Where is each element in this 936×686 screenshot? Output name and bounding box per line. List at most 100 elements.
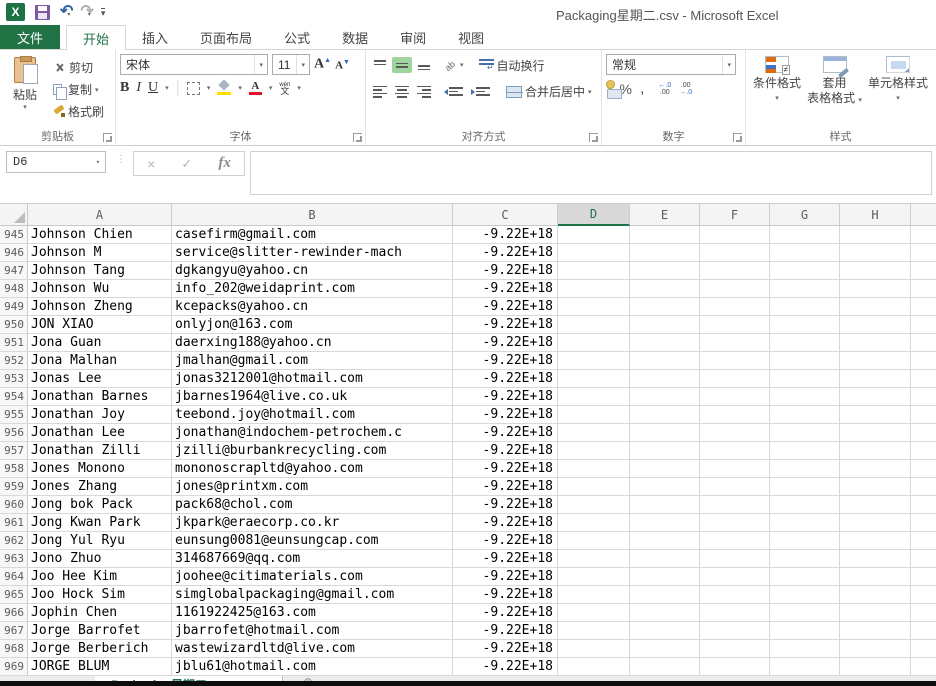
cell-C948[interactable]: -9.22E+18 xyxy=(453,280,558,298)
row-header-956[interactable]: 956 xyxy=(0,424,28,442)
cell-A945[interactable]: Johnson Chien xyxy=(28,226,172,244)
customize-qat-icon[interactable]: ▾ xyxy=(101,8,106,17)
format-painter-button[interactable]: 格式刷 xyxy=(50,102,107,121)
cell-G967[interactable] xyxy=(770,622,840,640)
increase-indent-button[interactable] xyxy=(468,85,493,98)
cell-E952[interactable] xyxy=(630,352,700,370)
ribbon-tab-6[interactable]: 审阅 xyxy=(384,25,442,49)
cell-G961[interactable] xyxy=(770,514,840,532)
cell-D947[interactable] xyxy=(558,262,630,280)
cell-partial955[interactable] xyxy=(911,406,936,424)
decrease-indent-button[interactable] xyxy=(441,85,466,98)
cell-C959[interactable]: -9.22E+18 xyxy=(453,478,558,496)
cell-G962[interactable] xyxy=(770,532,840,550)
undo-dropdown-icon[interactable]: ▾ xyxy=(67,12,70,18)
cell-E956[interactable] xyxy=(630,424,700,442)
cell-G955[interactable] xyxy=(770,406,840,424)
cell-D961[interactable] xyxy=(558,514,630,532)
column-header-A[interactable]: A xyxy=(28,204,172,226)
cell-H950[interactable] xyxy=(840,316,911,334)
wrap-text-button[interactable]: ↵自动换行 xyxy=(476,56,548,75)
cell-D958[interactable] xyxy=(558,460,630,478)
cell-D964[interactable] xyxy=(558,568,630,586)
row-header-959[interactable]: 959 xyxy=(0,478,28,496)
cell-F960[interactable] xyxy=(700,496,770,514)
cell-F952[interactable] xyxy=(700,352,770,370)
cell-F948[interactable] xyxy=(700,280,770,298)
cell-A950[interactable]: JON XIAO xyxy=(28,316,172,334)
cell-C949[interactable]: -9.22E+18 xyxy=(453,298,558,316)
cell-E947[interactable] xyxy=(630,262,700,280)
cell-F962[interactable] xyxy=(700,532,770,550)
cell-B960[interactable]: pack68@chol.com xyxy=(172,496,453,514)
cell-C947[interactable]: -9.22E+18 xyxy=(453,262,558,280)
row-header-953[interactable]: 953 xyxy=(0,370,28,388)
cell-A968[interactable]: Jorge Berberich xyxy=(28,640,172,658)
cell-C960[interactable]: -9.22E+18 xyxy=(453,496,558,514)
alignment-dialog-launcher[interactable] xyxy=(589,133,598,142)
cell-D952[interactable] xyxy=(558,352,630,370)
cell-A951[interactable]: Jona Guan xyxy=(28,334,172,352)
cell-B948[interactable]: info_202@weidaprint.com xyxy=(172,280,453,298)
cell-F946[interactable] xyxy=(700,244,770,262)
cell-A965[interactable]: Joo Hock Sim xyxy=(28,586,172,604)
cell-A964[interactable]: Joo Hee Kim xyxy=(28,568,172,586)
decrease-font-size-button[interactable]: A▼ xyxy=(335,58,350,72)
cell-D953[interactable] xyxy=(558,370,630,388)
cell-H948[interactable] xyxy=(840,280,911,298)
cell-E967[interactable] xyxy=(630,622,700,640)
cell-D968[interactable] xyxy=(558,640,630,658)
paste-dropdown-icon[interactable]: ▾ xyxy=(23,103,27,111)
row-header-965[interactable]: 965 xyxy=(0,586,28,604)
column-header-D[interactable]: D xyxy=(558,204,630,226)
cell-H969[interactable] xyxy=(840,658,911,676)
cell-E958[interactable] xyxy=(630,460,700,478)
conditional-formatting-button[interactable]: 条件格式 ▾ xyxy=(753,54,801,129)
cell-F945[interactable] xyxy=(700,226,770,244)
cell-A960[interactable]: Jong bok Pack xyxy=(28,496,172,514)
align-middle-button[interactable] xyxy=(392,57,412,73)
cell-D954[interactable] xyxy=(558,388,630,406)
cell-F956[interactable] xyxy=(700,424,770,442)
align-center-button[interactable] xyxy=(392,84,412,100)
cell-G963[interactable] xyxy=(770,550,840,568)
cell-H965[interactable] xyxy=(840,586,911,604)
undo-button[interactable]: ↶▾ xyxy=(60,3,70,21)
cell-G951[interactable] xyxy=(770,334,840,352)
cell-D951[interactable] xyxy=(558,334,630,352)
cell-H949[interactable] xyxy=(840,298,911,316)
cell-C955[interactable]: -9.22E+18 xyxy=(453,406,558,424)
cell-E950[interactable] xyxy=(630,316,700,334)
cell-F957[interactable] xyxy=(700,442,770,460)
cell-H966[interactable] xyxy=(840,604,911,622)
font-color-button[interactable]: A xyxy=(249,81,262,95)
cell-C963[interactable]: -9.22E+18 xyxy=(453,550,558,568)
cell-D948[interactable] xyxy=(558,280,630,298)
cell-H961[interactable] xyxy=(840,514,911,532)
cell-partial959[interactable] xyxy=(911,478,936,496)
cell-B956[interactable]: jonathan@indochem-petrochem.c xyxy=(172,424,453,442)
cell-C968[interactable]: -9.22E+18 xyxy=(453,640,558,658)
row-header-969[interactable]: 969 xyxy=(0,658,28,676)
cell-A957[interactable]: Jonathan Zilli xyxy=(28,442,172,460)
cell-E953[interactable] xyxy=(630,370,700,388)
cell-partial945[interactable] xyxy=(911,226,936,244)
cell-B969[interactable]: jblu61@hotmail.com xyxy=(172,658,453,676)
cancel-icon[interactable]: × xyxy=(147,156,155,172)
cell-F959[interactable] xyxy=(700,478,770,496)
cell-B949[interactable]: kcepacks@yahoo.cn xyxy=(172,298,453,316)
cell-partial946[interactable] xyxy=(911,244,936,262)
formula-bar-handle[interactable]: ⋮ xyxy=(116,154,125,165)
cell-H960[interactable] xyxy=(840,496,911,514)
cell-B967[interactable]: jbarrofet@hotmail.com xyxy=(172,622,453,640)
column-header-F[interactable]: F xyxy=(700,204,770,226)
cell-G958[interactable] xyxy=(770,460,840,478)
cell-H967[interactable] xyxy=(840,622,911,640)
cell-B952[interactable]: jmalhan@gmail.com xyxy=(172,352,453,370)
cell-partial964[interactable] xyxy=(911,568,936,586)
cell-partial967[interactable] xyxy=(911,622,936,640)
cell-G956[interactable] xyxy=(770,424,840,442)
orientation-button[interactable]: ab xyxy=(442,54,458,76)
cell-A948[interactable]: Johnson Wu xyxy=(28,280,172,298)
row-header-950[interactable]: 950 xyxy=(0,316,28,334)
